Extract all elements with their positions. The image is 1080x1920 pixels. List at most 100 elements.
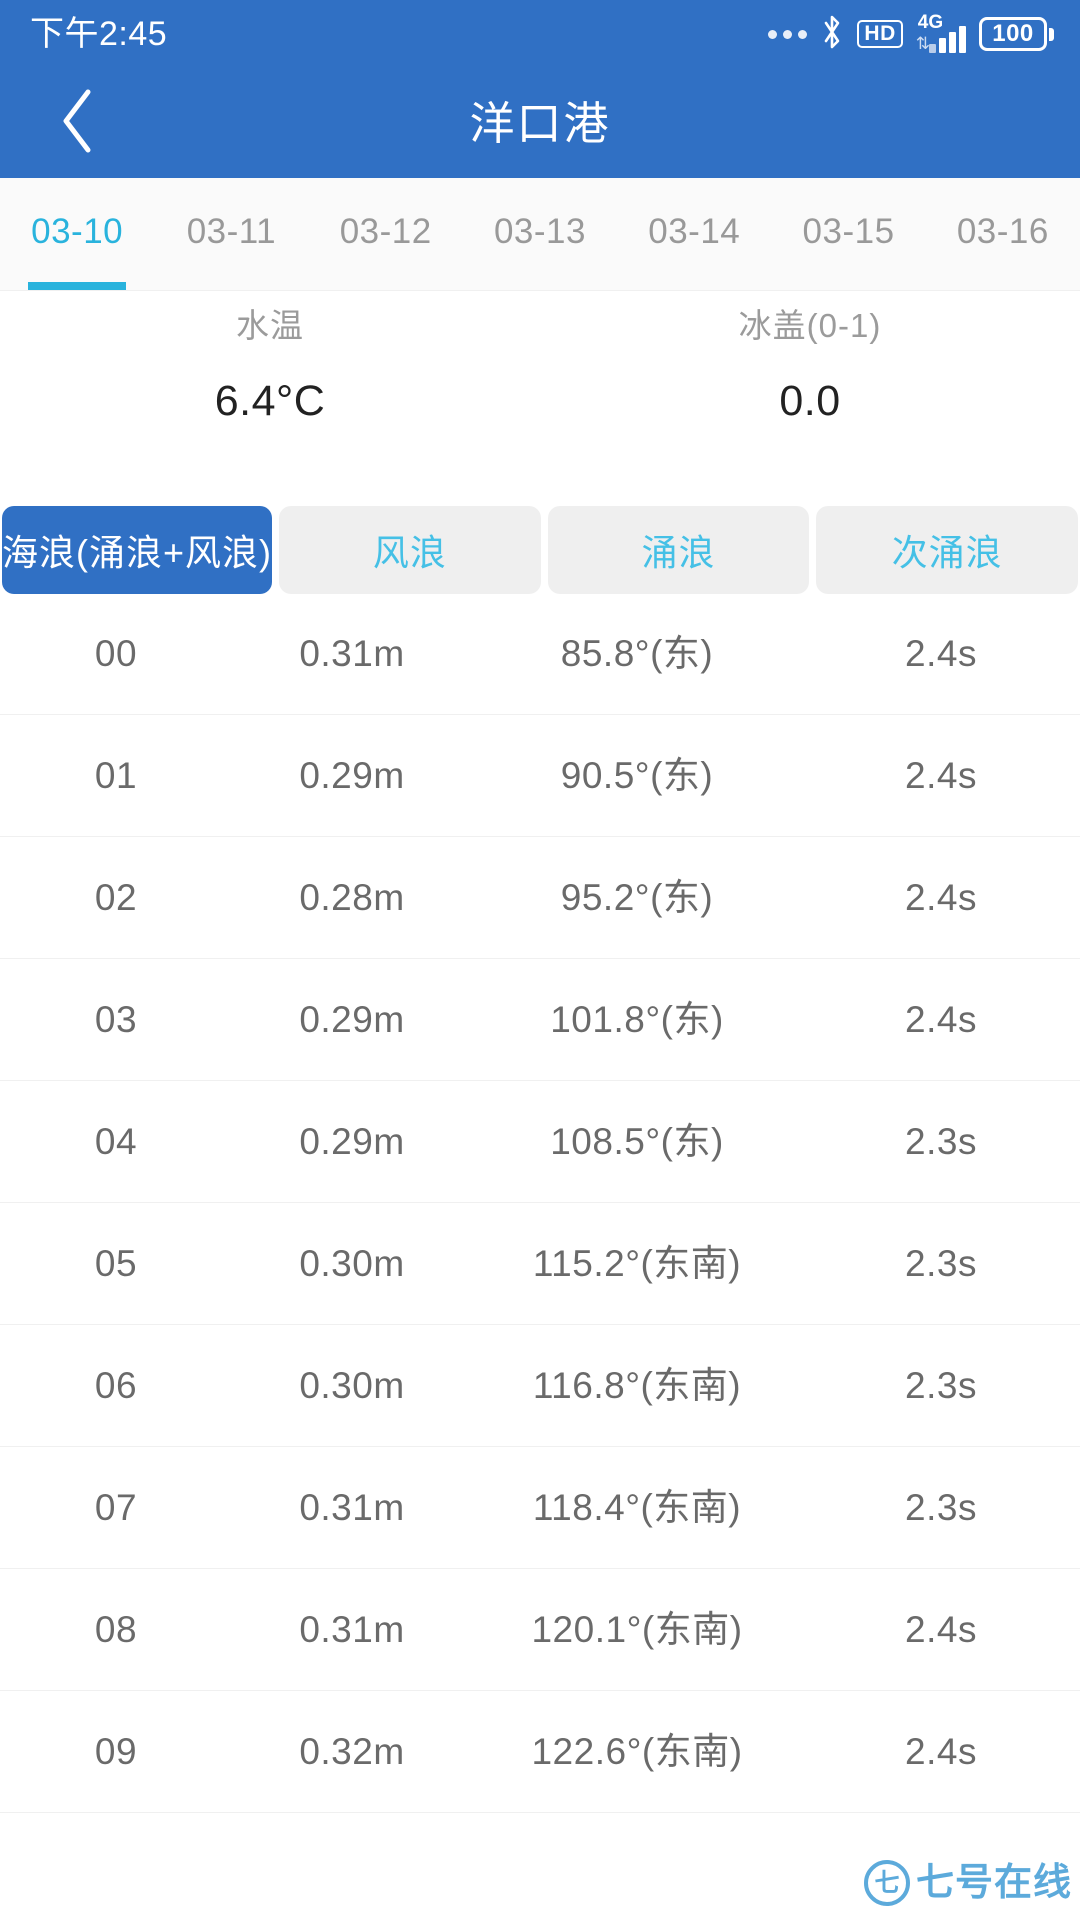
date-tab-label: 03-12: [339, 211, 432, 251]
table-row: 06 0.30m 116.8°(东南) 2.3s: [0, 1325, 1080, 1447]
status-bar-icons: HD 4G ⇅ 100: [768, 12, 1054, 55]
app-screen: 下午2:45 HD 4G ⇅ 100 洋口港 03-10 03-11 03-12…: [0, 0, 1080, 1920]
cell-period: 2.4s: [905, 755, 977, 796]
table-row: 09 0.32m 122.6°(东南) 2.4s: [0, 1691, 1080, 1813]
date-tab-indicator: [645, 282, 743, 290]
date-tab-3[interactable]: 03-13: [463, 178, 617, 290]
segment-swell[interactable]: 涌浪: [547, 506, 810, 594]
date-tab-indicator: [337, 282, 435, 290]
date-tab-indicator: [954, 282, 1052, 290]
cell-direction: 122.6°(东南): [531, 1731, 743, 1772]
date-tab-0[interactable]: 03-10: [0, 178, 154, 290]
cell-period: 2.4s: [905, 1609, 977, 1650]
cell-direction: 95.2°(东): [560, 877, 714, 918]
cell-height: 0.28m: [299, 877, 405, 918]
cell-time: 00: [94, 633, 138, 674]
cell-time: 07: [94, 1487, 138, 1528]
cell-period: 2.4s: [905, 633, 977, 674]
table-row: 01 0.29m 90.5°(东) 2.4s: [0, 715, 1080, 837]
cell-period: 2.3s: [905, 1487, 977, 1528]
date-tab-label: 03-11: [186, 211, 277, 251]
cell-height: 0.31m: [299, 1487, 405, 1528]
hd-icon: HD: [857, 20, 903, 48]
date-tab-label: 03-15: [802, 211, 895, 251]
table-row: 04 0.29m 108.5°(东) 2.3s: [0, 1081, 1080, 1203]
cell-period: 2.4s: [905, 999, 977, 1040]
battery-level-label: 100: [992, 20, 1034, 47]
cell-direction: 101.8°(东): [550, 999, 724, 1040]
cell-direction: 108.5°(东): [550, 1121, 724, 1162]
cell-period: 2.4s: [905, 877, 977, 918]
chevron-left-icon: [54, 86, 100, 161]
segment-combined-wave[interactable]: 海浪(涌浪+风浪): [2, 506, 273, 594]
cell-time: 08: [94, 1609, 138, 1650]
cell-time: 09: [94, 1731, 138, 1772]
cell-period: 2.3s: [905, 1365, 977, 1406]
metric-label: 水温: [236, 307, 304, 344]
cell-time: 06: [94, 1365, 138, 1406]
date-tab-indicator: [800, 282, 898, 290]
cell-period: 2.3s: [905, 1121, 977, 1162]
back-button[interactable]: [38, 84, 116, 162]
segment-label: 涌浪: [641, 532, 716, 573]
segment-label: 风浪: [372, 532, 447, 573]
cell-time: 05: [94, 1243, 138, 1284]
navigation-bar: 洋口港: [0, 68, 1080, 178]
cell-time: 03: [94, 999, 138, 1040]
cell-height: 0.31m: [299, 633, 405, 674]
cell-period: 2.4s: [905, 1731, 977, 1772]
segment-wind-wave[interactable]: 风浪: [279, 506, 541, 594]
status-bar-clock: 下午2:45: [30, 15, 168, 53]
segment-secondary-swell[interactable]: 次涌浪: [816, 506, 1078, 594]
table-row: 03 0.29m 101.8°(东) 2.4s: [0, 959, 1080, 1081]
cell-height: 0.31m: [299, 1609, 405, 1650]
date-tab-2[interactable]: 03-12: [309, 178, 463, 290]
table-row: 00 0.31m 85.8°(东) 2.4s: [0, 593, 1080, 715]
metric-water-temperature: 水温 6.4°C: [0, 309, 540, 451]
table-row: 05 0.30m 115.2°(东南) 2.3s: [0, 1203, 1080, 1325]
date-tab-6[interactable]: 03-16: [926, 178, 1080, 290]
status-bar: 下午2:45 HD 4G ⇅ 100: [0, 0, 1080, 68]
segment-label: 次涌浪: [891, 532, 1003, 573]
segment-label: 海浪(涌浪+风浪): [2, 532, 273, 573]
metric-value: 0.0: [779, 377, 841, 425]
forecast-table: 时间 高度 方向 周期 00 0.31m 85.8°(东) 2.4s 01 0.…: [0, 485, 1080, 1813]
date-tab-label: 03-13: [493, 211, 586, 251]
watermark: 七 七号在线: [863, 1860, 1072, 1906]
date-tab-1[interactable]: 03-11: [154, 178, 308, 290]
metric-label: 冰盖(0-1): [738, 307, 882, 344]
cell-direction: 116.8°(东南): [532, 1365, 742, 1406]
date-tab-5[interactable]: 03-15: [771, 178, 925, 290]
battery-icon: 100: [979, 17, 1054, 51]
date-tab-indicator: [28, 282, 127, 290]
cell-time: 04: [94, 1121, 138, 1162]
page-title: 洋口港: [469, 97, 611, 149]
data-transfer-arrows-icon: ⇅: [915, 34, 930, 53]
network-4g-icon: 4G ⇅: [915, 12, 966, 53]
date-tab-4[interactable]: 03-14: [617, 178, 771, 290]
cell-height: 0.29m: [299, 999, 405, 1040]
watermark-logo-glyph: 七: [874, 1868, 900, 1897]
cell-direction: 118.4°(东南): [532, 1487, 742, 1528]
cell-height: 0.32m: [299, 1731, 405, 1772]
cell-height: 0.29m: [299, 1121, 405, 1162]
cell-direction: 120.1°(东南): [531, 1609, 743, 1650]
cell-time: 01: [94, 755, 138, 796]
date-tab-label: 03-10: [31, 211, 124, 251]
table-row: 08 0.31m 120.1°(东南) 2.4s: [0, 1569, 1080, 1691]
summary-metrics: 水温 6.4°C 冰盖(0-1) 0.0: [0, 291, 1080, 451]
date-tab-bar[interactable]: 03-10 03-11 03-12 03-13 03-14 03-15 03-1…: [0, 178, 1080, 291]
cell-height: 0.30m: [299, 1243, 405, 1284]
cell-direction: 90.5°(东): [560, 755, 714, 796]
date-tab-label: 03-16: [956, 211, 1049, 251]
cell-time: 02: [94, 877, 138, 918]
metric-ice-cover: 冰盖(0-1) 0.0: [540, 309, 1080, 451]
date-tab-indicator: [491, 282, 589, 290]
wave-type-segmented-control[interactable]: 海浪(涌浪+风浪) 风浪 涌浪 次涌浪: [0, 506, 1080, 594]
metric-value: 6.4°C: [214, 377, 326, 425]
watermark-logo-icon: 七: [863, 1860, 910, 1906]
cell-direction: 115.2°(东南): [532, 1243, 742, 1284]
date-tab-label: 03-14: [648, 211, 741, 251]
cell-height: 0.29m: [299, 755, 405, 796]
network-type-label: 4G: [917, 12, 944, 33]
